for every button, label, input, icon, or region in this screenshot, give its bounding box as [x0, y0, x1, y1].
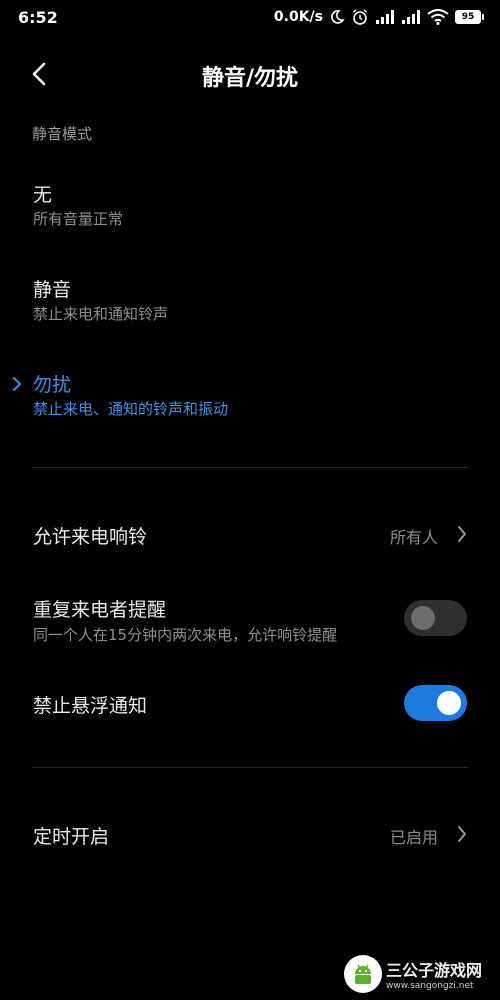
- row-desc: 同一个人在15分钟内两次来电，允许响铃提醒: [33, 626, 338, 644]
- mode-desc: 禁止来电和通知铃声: [33, 305, 169, 323]
- repeat-callers-row: 重复来电者提醒 同一个人在15分钟内两次来电，允许响铃提醒: [0, 585, 500, 655]
- mode-option-mute[interactable]: 静音 禁止来电和通知铃声: [0, 267, 500, 347]
- mode-title: 勿扰: [33, 374, 72, 396]
- row-value: 已启用: [389, 828, 438, 847]
- chevron-right-icon: [458, 826, 466, 842]
- row-title: 禁止悬浮通知: [33, 695, 148, 717]
- mode-desc: 所有音量正常: [33, 210, 124, 228]
- row-title: 允许来电响铃: [33, 526, 148, 548]
- section-label-mute-mode: 静音模式: [32, 125, 93, 143]
- signal-icon-2: [402, 10, 420, 24]
- mode-option-dnd[interactable]: 勿扰 禁止来电、通知的铃声和振动: [0, 362, 500, 442]
- mode-title: 静音: [33, 279, 72, 301]
- watermark-title: 三公子游戏网: [386, 961, 483, 980]
- schedule-row[interactable]: 定时开启 已启用: [0, 805, 500, 865]
- title-bar: 静音/勿扰: [0, 50, 500, 96]
- network-speed: 0.0K/s: [273, 9, 323, 25]
- wifi-icon: [427, 9, 449, 25]
- page-title: 静音/勿扰: [201, 66, 299, 91]
- toggle-knob: [411, 606, 435, 630]
- toggle-knob: [437, 691, 461, 715]
- moon-icon: [331, 10, 345, 24]
- status-bar: 6:52 0.0K/s 95: [0, 0, 500, 36]
- watermark: 三公子游戏网 www.sangongzi.net: [344, 952, 494, 996]
- mode-desc: 禁止来电、通知的铃声和振动: [33, 400, 229, 418]
- battery-icon: 95: [455, 10, 484, 24]
- status-icons: 0.0K/s 95: [274, 8, 484, 26]
- android-logo-icon: [344, 955, 382, 993]
- row-value: 所有人: [389, 528, 438, 547]
- alarm-icon: [353, 9, 367, 25]
- row-title: 重复来电者提醒: [33, 599, 167, 621]
- block-floating-row: 禁止悬浮通知: [0, 680, 500, 730]
- watermark-url: www.sangongzi.net: [386, 981, 474, 991]
- block-floating-toggle[interactable]: [404, 685, 467, 721]
- battery-level: 95: [461, 12, 475, 22]
- row-title: 定时开启: [33, 826, 110, 848]
- mode-title: 无: [33, 184, 53, 206]
- status-time: 6:52: [18, 8, 58, 27]
- chevron-right-icon: [458, 526, 466, 542]
- divider: [32, 467, 468, 468]
- selected-chevron-icon: [13, 377, 21, 391]
- divider: [32, 767, 468, 768]
- signal-icon: [376, 10, 394, 24]
- mode-option-none[interactable]: 无 所有音量正常: [0, 172, 500, 252]
- allow-calls-row[interactable]: 允许来电响铃 所有人: [0, 505, 500, 565]
- repeat-callers-toggle[interactable]: [404, 600, 467, 636]
